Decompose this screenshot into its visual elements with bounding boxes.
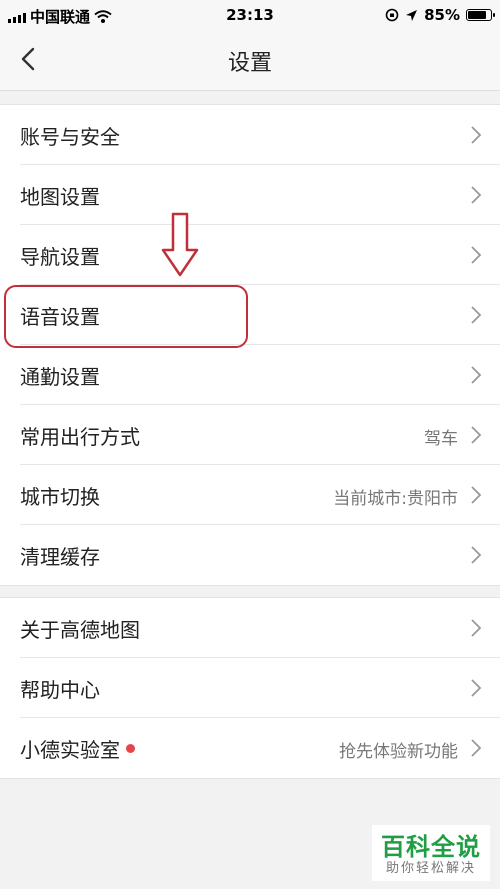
highlight-box	[4, 285, 248, 348]
settings-item-help[interactable]: 帮助中心	[0, 658, 500, 718]
down-arrow-annotation-icon	[161, 212, 199, 277]
settings-item-label: 常用出行方式	[20, 425, 140, 449]
settings-item-commute[interactable]: 通勤设置	[0, 345, 500, 405]
settings-item-label-wrap: 小德实验室	[20, 734, 135, 763]
chevron-right-icon	[471, 126, 482, 144]
settings-item-map[interactable]: 地图设置	[0, 165, 500, 225]
settings-item-navigation[interactable]: 导航设置	[0, 225, 500, 285]
chevron-right-icon	[471, 619, 482, 637]
watermark-logo: 百科全说 助你轻松解决	[372, 825, 490, 881]
settings-item-travel-mode[interactable]: 常用出行方式 驾车	[0, 405, 500, 465]
settings-item-label: 关于高德地图	[20, 618, 140, 642]
settings-item-label: 地图设置	[20, 185, 100, 209]
nav-bar: 设置	[0, 30, 500, 91]
settings-item-lab[interactable]: 小德实验室 抢先体验新功能	[0, 718, 500, 778]
settings-item-clear-cache[interactable]: 清理缓存	[0, 525, 500, 585]
settings-item-label: 通勤设置	[20, 365, 100, 389]
settings-item-label: 清理缓存	[20, 545, 100, 569]
settings-group-about: 关于高德地图 帮助中心 小德实验室 抢先体验新功能	[0, 597, 500, 779]
page-title: 设置	[227, 51, 272, 76]
chevron-right-icon	[471, 186, 482, 204]
battery-fill	[468, 11, 486, 19]
chevron-right-icon	[471, 679, 482, 697]
status-bar: 中国联通 23:13 85%	[0, 0, 500, 30]
new-badge-dot	[126, 744, 135, 753]
location-arrow-icon	[406, 9, 418, 21]
status-right: 85%	[385, 6, 495, 24]
chevron-right-icon	[471, 739, 482, 757]
settings-item-label: 账号与安全	[20, 125, 120, 149]
chevron-right-icon	[471, 426, 482, 444]
settings-item-value: 抢先体验新功能	[339, 742, 458, 762]
chevron-right-icon	[471, 246, 482, 264]
battery-percent: 85%	[424, 6, 460, 24]
settings-item-label: 小德实验室	[20, 738, 120, 762]
chevron-right-icon	[471, 306, 482, 324]
settings-item-value: 驾车	[424, 429, 458, 449]
settings-item-label: 导航设置	[20, 245, 100, 269]
chevron-right-icon	[471, 486, 482, 504]
battery-icon	[466, 9, 495, 21]
chevron-right-icon	[471, 546, 482, 564]
settings-item-city-switch[interactable]: 城市切换 当前城市:贵阳市	[0, 465, 500, 525]
orientation-lock-icon	[385, 8, 399, 22]
chevron-right-icon	[471, 366, 482, 384]
settings-item-label: 城市切换	[20, 485, 100, 509]
settings-item-account-security[interactable]: 账号与安全	[0, 105, 500, 165]
settings-item-value: 当前城市:贵阳市	[333, 489, 458, 509]
settings-item-label: 帮助中心	[20, 678, 100, 702]
settings-item-about[interactable]: 关于高德地图	[0, 598, 500, 658]
watermark-subtitle: 助你轻松解决	[385, 861, 476, 876]
